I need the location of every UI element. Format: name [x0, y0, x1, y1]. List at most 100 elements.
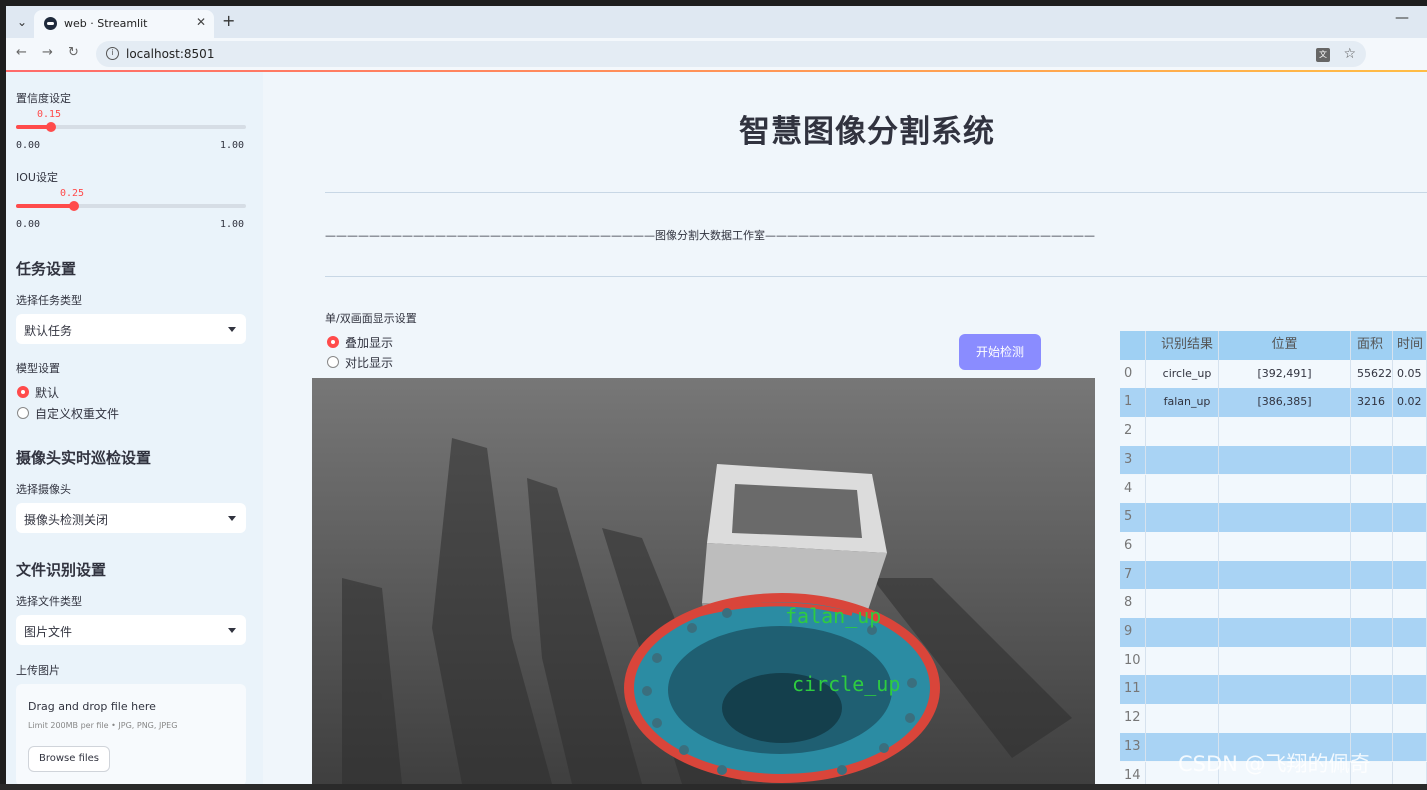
table-cell: 8: [1120, 589, 1146, 618]
table-cell: 10: [1120, 646, 1146, 676]
iou-max: 1.00: [220, 219, 245, 230]
table-cell: [1393, 560, 1427, 590]
table-cell: [1351, 704, 1393, 733]
camera-select[interactable]: 摄像头检测关闭: [16, 503, 246, 533]
table-cell: 0.02: [1393, 388, 1427, 418]
display-radio-overlay[interactable]: [327, 336, 339, 348]
results-table: 识别结果 位置 面积 时间 0 circle_up [392,491] 55622 0.05 1 f…: [1120, 331, 1427, 784]
table-cell: [1393, 646, 1427, 676]
table-row: 10: [1120, 646, 1427, 676]
iou-slider[interactable]: [16, 201, 246, 211]
model-option-default[interactable]: 默认: [35, 384, 59, 401]
table-row: 9: [1120, 618, 1427, 647]
confidence-max: 1.00: [220, 140, 245, 151]
model-radio-custom[interactable]: [17, 407, 29, 419]
table-cell: 7: [1120, 560, 1146, 590]
back-icon[interactable]: ←: [16, 45, 27, 60]
table-row: 6: [1120, 531, 1427, 561]
table-header-cell[interactable]: 识别结果: [1146, 331, 1219, 360]
forward-icon[interactable]: →: [42, 45, 53, 60]
table-cell: [1219, 531, 1351, 561]
browse-files-button[interactable]: Browse files: [28, 746, 110, 772]
browser-window: ⌄ web · Streamlit ✕ + — ← → ↻ i localhos…: [6, 6, 1427, 784]
table-cell: [1219, 503, 1351, 532]
file-dropzone[interactable]: Drag and drop file here Limit 200MB per …: [16, 684, 246, 784]
studio-banner: ——————————————————————————————图像分割大数据工作室…: [325, 229, 1095, 242]
task-type-select[interactable]: 默认任务: [16, 314, 246, 344]
table-cell: 3216: [1351, 388, 1393, 418]
streamlit-favicon-icon: [44, 17, 57, 30]
table-header-cell[interactable]: [1120, 331, 1146, 360]
display-option-compare[interactable]: 对比显示: [345, 354, 393, 371]
confidence-min: 0.00: [16, 140, 41, 151]
page-title: 智慧图像分割系统: [739, 114, 995, 150]
confidence-slider-thumb[interactable]: [45, 122, 56, 132]
translate-icon[interactable]: 文: [1316, 48, 1330, 62]
iou-slider-fill: [16, 204, 74, 208]
model-option-custom[interactable]: 自定义权重文件: [35, 405, 119, 422]
table-header-cell[interactable]: 位置: [1219, 331, 1351, 360]
table-cell: [1219, 589, 1351, 618]
iou-label: IOU设定: [16, 171, 58, 184]
new-tab-icon[interactable]: +: [222, 11, 235, 30]
display-radio-compare[interactable]: [327, 356, 339, 368]
model-label: 模型设置: [16, 362, 60, 375]
table-cell: 0.05: [1393, 359, 1427, 389]
task-type-value: 默认任务: [24, 324, 73, 338]
close-tab-icon[interactable]: ✕: [196, 15, 206, 29]
table-header-cell[interactable]: 面积: [1351, 331, 1393, 360]
file-type-label: 选择文件类型: [16, 595, 82, 608]
confidence-slider[interactable]: [16, 122, 246, 132]
table-cell: 55622: [1351, 359, 1393, 389]
table-row: 11: [1120, 675, 1427, 705]
model-radio-default[interactable]: [17, 386, 29, 398]
table-cell: circle_up: [1146, 359, 1219, 389]
table-cell: [392,491]: [1219, 359, 1351, 389]
display-option-overlay[interactable]: 叠加显示: [345, 334, 393, 351]
table-cell: [1393, 474, 1427, 504]
table-cell: [1351, 646, 1393, 676]
table-cell: [1146, 503, 1219, 532]
minimize-icon[interactable]: —: [1395, 10, 1409, 26]
falan-up-label: falan_up: [785, 604, 881, 628]
tab-strip: ⌄ web · Streamlit ✕ + —: [6, 6, 1427, 38]
table-header-cell[interactable]: 时间: [1393, 331, 1427, 360]
address-toolbar: ← → ↻ i localhost:8501 文 ☆: [6, 38, 1427, 70]
reload-icon[interactable]: ↻: [68, 45, 79, 60]
table-cell: [1146, 675, 1219, 705]
iou-slider-thumb[interactable]: [68, 201, 79, 211]
file-type-select[interactable]: 图片文件: [16, 615, 246, 645]
table-row: 5: [1120, 503, 1427, 532]
confidence-label: 置信度设定: [16, 92, 71, 105]
file-heading: 文件识别设置: [16, 561, 107, 579]
address-bar[interactable]: i localhost:8501 文 ☆: [96, 41, 1366, 67]
table-cell: [1351, 474, 1393, 504]
table-cell: [1393, 503, 1427, 532]
bookmark-star-icon[interactable]: ☆: [1343, 46, 1356, 62]
tab-search-icon[interactable]: ⌄: [12, 12, 32, 32]
table-cell: [1146, 474, 1219, 504]
table-cell: [1351, 531, 1393, 561]
site-info-icon[interactable]: i: [106, 47, 119, 60]
table-cell: [1393, 589, 1427, 618]
file-type-value: 图片文件: [24, 625, 73, 639]
display-mode-label: 单/双画面显示设置: [325, 312, 417, 325]
table-header-row: 识别结果 位置 面积 时间: [1120, 331, 1427, 360]
browser-tab[interactable]: web · Streamlit ✕: [34, 10, 214, 38]
url-text[interactable]: localhost:8501: [126, 47, 214, 61]
start-detection-button[interactable]: 开始检测: [959, 334, 1041, 370]
table-cell: 3: [1120, 445, 1146, 475]
table-cell: [1219, 445, 1351, 475]
table-cell: [1393, 417, 1427, 446]
dropzone-subtitle: Limit 200MB per file • JPG, PNG, JPEG: [28, 721, 178, 730]
table-row: 8: [1120, 589, 1427, 618]
table-cell: [1146, 445, 1219, 475]
table-cell: [1351, 417, 1393, 446]
table-cell: [1219, 474, 1351, 504]
sidebar: 置信度设定 0.15 0.00 1.00 IOU设定 0.25 0.00 1.0…: [6, 72, 263, 784]
main-content: 智慧图像分割系统 ——————————————————————————————图…: [263, 72, 1427, 784]
iou-value: 0.25: [60, 188, 85, 199]
confidence-value: 0.15: [37, 109, 62, 120]
divider: [325, 276, 1427, 277]
table-cell: [1146, 531, 1219, 561]
